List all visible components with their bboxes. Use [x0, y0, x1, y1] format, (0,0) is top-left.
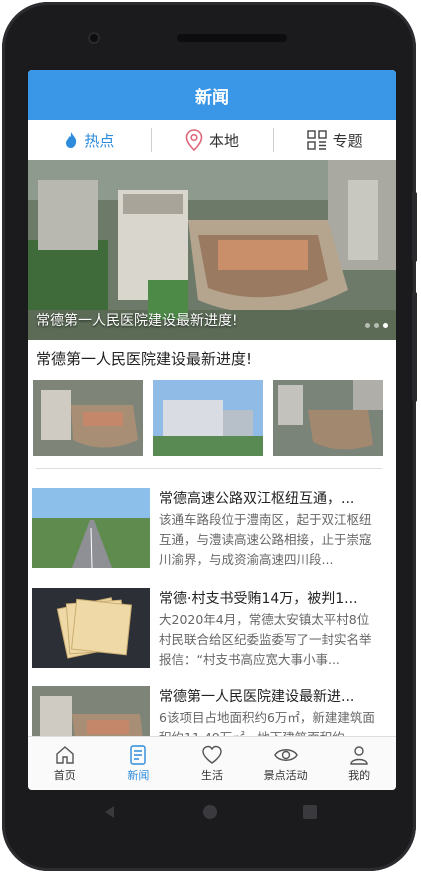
divider	[36, 468, 382, 469]
news-item[interactable]: 常德高速公路双江枢纽互通，... 该通车路段位于澧南区，起于双江枢纽互通，与澧读…	[32, 488, 394, 584]
volume-button	[412, 292, 417, 402]
news-summary: 大2020年4月，常德太安镇太平村8位村民联合给区纪委监委写了一封实名举报信：“…	[159, 612, 372, 667]
gallery-thumbnail[interactable]	[33, 380, 143, 456]
earpiece-speaker	[177, 34, 287, 42]
nav-home-label: 首页	[53, 769, 76, 782]
banner-caption: 常德第一人民医院建设最新进度!	[36, 313, 238, 329]
documents-image	[32, 588, 150, 668]
gallery-article-title[interactable]: 常德第一人民医院建设最新进度!	[36, 348, 252, 369]
page-title: 新闻	[195, 87, 229, 108]
page-title-bar: 新闻	[28, 70, 396, 120]
news-icon	[130, 745, 147, 765]
hero-banner[interactable]: 常德第一人民医院建设最新进度!	[28, 160, 396, 340]
nav-life-label: 生活	[200, 769, 223, 782]
news-title: 常德高速公路双江枢纽互通，...	[159, 491, 355, 507]
construction-site-image	[32, 686, 150, 736]
news-summary: 该通车路段位于澧南区，起于双江枢纽互通，与澧读高速公路相接，止于崇寇川渝界，与成…	[159, 512, 372, 567]
recents-square-icon[interactable]	[302, 804, 318, 820]
news-summary: 6该项目占地面积约6万㎡，新建建筑面积约11.49万㎡，地下建筑面积约...	[159, 710, 375, 736]
gallery-thumbnail[interactable]	[273, 380, 383, 456]
nav-home[interactable]: 首页	[28, 737, 102, 790]
nav-profile-label: 我的	[348, 769, 371, 782]
location-pin-icon	[185, 129, 203, 151]
city-aerial-image	[273, 380, 383, 456]
nav-attractions-label: 景点活动	[263, 769, 308, 782]
carousel-dot[interactable]	[365, 323, 370, 328]
nav-profile[interactable]: 我的	[322, 737, 396, 790]
news-item[interactable]: 常德第一人民医院建设最新进... 6该项目占地面积约6万㎡，新建建筑面积约11.…	[32, 686, 394, 736]
carousel-dots	[365, 323, 388, 328]
grid-icon	[306, 130, 327, 150]
app-screen: 新闻 热点 本地 专题 常德第一人民医院建设最新进度! 常德第一人民医院建设最新…	[28, 70, 396, 790]
news-item[interactable]: 常德·村支书受贿14万，被判1... 大2020年4月，常德太安镇太平村8位村民…	[32, 588, 394, 684]
tab-local[interactable]: 本地	[150, 120, 274, 160]
gallery-thumbnails	[33, 380, 383, 456]
news-title: 常德·村支书受贿14万，被判1...	[159, 591, 358, 607]
flame-icon	[66, 132, 77, 148]
nav-life[interactable]: 生活	[175, 737, 249, 790]
front-camera	[88, 32, 100, 44]
tab-topics-label: 专题	[332, 131, 363, 150]
eye-icon	[273, 749, 298, 761]
power-button	[412, 192, 417, 262]
news-title: 常德第一人民医院建设最新进...	[159, 689, 355, 705]
news-feed: 常德第一人民医院建设最新进度! 常德高速公路双江枢纽互通，... 该通车路段位于…	[28, 340, 396, 736]
home-icon	[56, 746, 74, 764]
tab-hot-label: 热点	[84, 131, 115, 150]
carousel-dot-active[interactable]	[383, 323, 388, 328]
news-thumbnail	[32, 686, 150, 736]
construction-site-image	[33, 380, 143, 456]
nav-news-label: 新闻	[127, 769, 150, 782]
system-navigation-bar	[60, 800, 360, 824]
category-tabs: 热点 本地 专题	[28, 120, 396, 161]
hospital-building-image	[153, 380, 263, 456]
nav-news[interactable]: 新闻	[102, 737, 176, 790]
back-icon[interactable]	[102, 804, 118, 820]
news-thumbnail	[32, 488, 150, 568]
heart-icon	[202, 745, 222, 764]
highway-image	[32, 488, 150, 568]
news-thumbnail	[32, 588, 150, 668]
tab-hot[interactable]: 热点	[28, 120, 151, 160]
bottom-navigation: 首页 新闻 生活 景点活动 我的	[28, 736, 396, 790]
tab-local-label: 本地	[209, 131, 240, 150]
gallery-thumbnail[interactable]	[153, 380, 263, 456]
tab-topics[interactable]: 专题	[273, 120, 396, 160]
carousel-dot[interactable]	[374, 323, 379, 328]
home-circle-icon[interactable]	[202, 804, 218, 820]
nav-attractions[interactable]: 景点活动	[249, 737, 323, 790]
person-icon	[350, 746, 368, 765]
